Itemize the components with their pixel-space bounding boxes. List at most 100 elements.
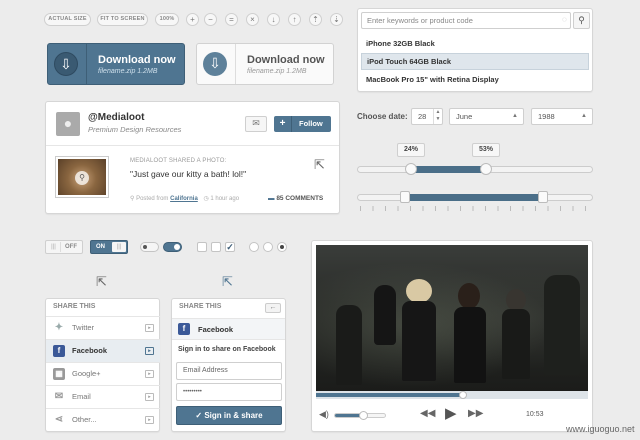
range-slider-fill <box>411 166 486 173</box>
download-primary-title: Download now <box>98 54 176 66</box>
facebook-icon: f <box>178 323 190 335</box>
upload-icon[interactable]: ⇡ <box>309 13 322 26</box>
search-button[interactable]: ⚲ <box>573 12 590 29</box>
profile-tagline: Premium Design Resources <box>88 125 182 134</box>
location-pin-icon: ⚲ <box>130 196 135 202</box>
download-icon: ⇩ <box>54 52 78 76</box>
search-icon: ⚲ <box>578 15 585 25</box>
video-progress-fill <box>316 393 463 397</box>
range-slider-2-handle-end[interactable] <box>538 191 548 203</box>
rewind-icon[interactable]: ◀◀ <box>420 408 435 419</box>
follow-button[interactable]: + Follow <box>274 116 331 132</box>
volume-handle[interactable] <box>358 411 368 420</box>
share-facebook-panel: SHARE THIS ← f Facebook Sign in to share… <box>171 298 286 432</box>
share-item-google[interactable]: ▦ Google+ ▸ <box>46 362 160 385</box>
equals-icon[interactable]: = <box>225 13 238 26</box>
toggle-off[interactable]: ||| OFF <box>45 240 83 254</box>
range-slider-2-fill <box>405 194 543 201</box>
checkbox-unchecked[interactable] <box>211 242 221 252</box>
radio-unchecked[interactable] <box>263 242 273 252</box>
radio-unchecked[interactable] <box>249 242 259 252</box>
share-item-twitter[interactable]: ✦ Twitter ▸ <box>46 316 160 339</box>
share-icon[interactable]: ⇱ <box>314 157 325 173</box>
checkbox-checked[interactable]: ✓ <box>225 242 235 252</box>
fit-to-screen-button[interactable]: FIT TO SCREEN <box>97 13 148 26</box>
post-location-link[interactable]: California <box>170 196 198 202</box>
comment-icon: ▬ <box>268 195 275 202</box>
switch-off[interactable] <box>140 242 159 252</box>
range-slider-handle-start[interactable] <box>405 163 417 175</box>
video-progress-track[interactable] <box>316 391 588 399</box>
share-item-email[interactable]: ✉ Email ▸ <box>46 385 160 408</box>
toggle-on[interactable]: ON ||| <box>90 240 128 254</box>
download-secondary-subtitle: filename.zip 1.2MB <box>247 68 307 75</box>
google-plus-icon: ▦ <box>53 368 65 380</box>
checkbox-unchecked[interactable] <box>197 242 207 252</box>
facebook-header: f Facebook <box>172 318 285 340</box>
email-field[interactable]: Email Address <box>176 362 282 380</box>
plus-icon: + <box>274 116 292 132</box>
download-primary-button[interactable]: ⇩ Download now filename.zip 1.2MB <box>47 43 185 85</box>
radio-checked[interactable] <box>277 242 287 252</box>
post-header: MEDIALOOT SHARED A PHOTO: <box>130 158 227 164</box>
search-result-item-selected[interactable]: iPod Touch 64GB Black <box>361 53 589 70</box>
profile-name: @Medialoot <box>88 112 145 123</box>
slider-tooltip-start: 24% <box>397 143 425 157</box>
video-time: 10:53 <box>526 411 544 418</box>
post-quote: "Just gave our kitty a bath! lol!" <box>130 169 247 179</box>
search-result-item[interactable]: iPhone 32GB Black <box>361 36 589 52</box>
download-secondary-button[interactable]: ⇩ Download now filename.zip 1.2MB <box>196 43 334 85</box>
year-select[interactable]: 1988 ▲ <box>531 108 593 125</box>
avatar: ● <box>56 112 80 136</box>
zoom-out-icon[interactable]: − <box>204 13 217 26</box>
share-icon[interactable]: ⇱ <box>222 274 233 290</box>
video-player: ◀) ◀◀ ▶ ▶▶ 10:53 <box>311 240 593 432</box>
envelope-icon: ✉ <box>252 118 260 128</box>
fast-forward-icon[interactable]: ▶▶ <box>468 408 483 419</box>
download-secondary-title: Download now <box>247 54 325 66</box>
arrow-left-icon: ← <box>269 304 277 311</box>
comments-link[interactable]: ▬ 85 COMMENTS <box>268 195 323 202</box>
slider-ticks <box>360 206 590 211</box>
post-meta: ⚲ Posted from California ◷ 1 hour ago <box>130 196 240 202</box>
day-stepper[interactable]: 28 ▲ ▼ <box>411 108 443 125</box>
arrow-down-icon[interactable]: ↓ <box>267 13 280 26</box>
post-photo[interactable]: ⚲ <box>56 157 108 197</box>
envelope-icon: ✉ <box>53 391 65 403</box>
clock-icon: ◷ <box>203 196 209 202</box>
download-primary-subtitle: filename.zip 1.2MB <box>98 68 158 75</box>
share-item-facebook[interactable]: f Facebook ▸ <box>46 339 160 362</box>
download-icon[interactable]: ⇣ <box>330 13 343 26</box>
back-button[interactable]: ← <box>265 303 281 313</box>
video-progress-handle[interactable] <box>458 391 467 399</box>
volume-slider[interactable] <box>334 411 386 420</box>
sign-in-share-button[interactable]: ✓ Sign in & share <box>176 406 282 425</box>
message-button[interactable]: ✉ <box>245 116 267 132</box>
video-frame[interactable] <box>316 245 588 391</box>
date-label: Choose date: <box>357 112 408 121</box>
range-slider-2-handle-start[interactable] <box>400 191 410 203</box>
facebook-icon: f <box>53 345 65 357</box>
month-select[interactable]: June ▲ <box>449 108 524 125</box>
volume-icon[interactable]: ◀) <box>319 409 329 420</box>
close-icon[interactable]: × <box>246 13 259 26</box>
zoom-level-button[interactable]: 100% <box>155 13 179 26</box>
zoom-in-icon[interactable]: + <box>186 13 199 26</box>
search-input[interactable]: Enter keywords or product code ◌ <box>361 12 571 29</box>
facebook-prompt: Sign in to share on Facebook <box>178 346 276 353</box>
check-icon: ✓ <box>195 411 203 420</box>
search-panel: Enter keywords or product code ◌ ⚲ iPhon… <box>357 8 593 92</box>
play-icon[interactable]: ▶ <box>445 404 457 422</box>
password-field[interactable]: ••••••••• <box>176 383 282 401</box>
arrow-up-icon[interactable]: ↑ <box>288 13 301 26</box>
actual-size-button[interactable]: ACTUAL SIZE <box>44 13 91 26</box>
share-facebook-title: SHARE THIS <box>179 303 222 310</box>
share-list-panel: SHARE THIS ✦ Twitter ▸ f Facebook ▸ ▦ Goog… <box>45 298 160 432</box>
slider-tooltip-end: 53% <box>472 143 500 157</box>
search-result-item[interactable]: MacBook Pro 15" with Retina Display <box>361 72 589 88</box>
zoom-icon: ⚲ <box>75 171 89 185</box>
share-icon[interactable]: ⇱ <box>96 274 107 290</box>
range-slider-handle-end[interactable] <box>480 163 492 175</box>
switch-on[interactable] <box>163 242 182 252</box>
share-item-other[interactable]: ⋖ Other... ▸ <box>46 408 160 431</box>
